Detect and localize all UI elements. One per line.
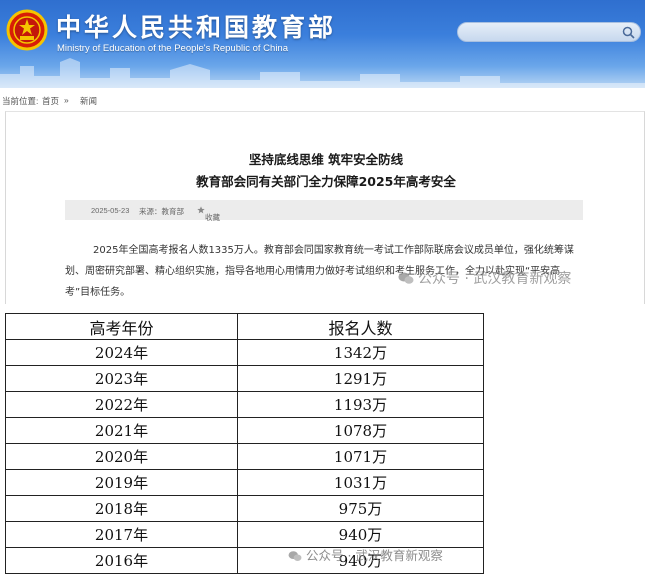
search-input[interactable] (457, 22, 641, 42)
count-cell: 1193万 (237, 391, 484, 418)
table-row: 2022年 1193万 (5, 391, 484, 418)
count-cell: 1031万 (237, 469, 484, 496)
breadcrumb-separator: » (64, 95, 69, 105)
breadcrumb-label: 当前位置: (2, 96, 39, 106)
star-icon (197, 206, 205, 214)
count-cell: 975万 (237, 495, 484, 522)
breadcrumb-item-news[interactable]: 新闻 (80, 95, 97, 107)
table-header-row: 高考年份 报名人数 (5, 313, 484, 340)
wechat-icon (288, 551, 302, 561)
article-body-line: 2025年全国高考报名人数1335万人。教育部会同国家教育统一考试工作部际联席会… (93, 245, 574, 256)
count-cell: 1342万 (237, 339, 484, 366)
registration-table: 高考年份 报名人数 2024年 1342万 2023年 1291万 2022年 119… (5, 313, 484, 574)
favorite-button[interactable]: 收藏 (197, 206, 220, 222)
breadcrumb-item-home[interactable]: 首页 (42, 95, 59, 107)
table-row: 2018年 975万 (5, 495, 484, 522)
site-header-banner: 中华人民共和国教育部 Ministry of Education of the … (0, 0, 645, 88)
table-row: 2017年 940万 (5, 521, 484, 548)
site-title-english: Ministry of Education of the People's Re… (57, 43, 288, 54)
national-emblem-icon (6, 9, 48, 51)
article-date: 2025-05-23 (91, 206, 130, 215)
table-row: 2024年 1342万 (5, 339, 484, 366)
article-headline-line2: 教育部会同有关部门全力保障2025年高考安全 (196, 174, 456, 189)
count-cell: 940万 (237, 521, 484, 548)
cityscape-decoration (0, 58, 645, 88)
article-meta-bar: 2025-05-23 来源：教育部 收藏 (65, 200, 583, 222)
favorite-label: 收藏 (205, 213, 220, 222)
year-cell: 2019年 (5, 469, 238, 496)
column-header-count: 报名人数 (237, 313, 484, 340)
year-cell: 2021年 (5, 417, 238, 444)
watermark-top-text: 公众号 · 武汉教育新观察 (418, 271, 572, 287)
count-cell: 1291万 (237, 365, 484, 392)
table-row: 2019年 1031万 (5, 469, 484, 496)
table-row: 2023年 1291万 (5, 365, 484, 392)
year-cell: 2016年 (5, 547, 238, 574)
year-cell: 2017年 (5, 521, 238, 548)
column-header-year: 高考年份 (5, 313, 238, 340)
count-cell: 1078万 (237, 417, 484, 444)
year-cell: 2020年 (5, 443, 238, 470)
breadcrumb: 当前位置: 首页 » 新闻 (0, 88, 645, 110)
count-cell: 1071万 (237, 443, 484, 470)
year-cell: 2018年 (5, 495, 238, 522)
search-icon[interactable] (622, 26, 635, 39)
year-cell: 2023年 (5, 365, 238, 392)
table-row: 2021年 1078万 (5, 417, 484, 444)
watermark-bottom-text: 公众号 · 武汉教育新观察 (306, 548, 443, 563)
wechat-icon (398, 272, 414, 284)
year-cell: 2024年 (5, 339, 238, 366)
article-headline-line1: 坚持底线思维 筑牢安全防线 (248, 152, 404, 167)
table-row: 2020年 1071万 (5, 443, 484, 470)
watermark-top: 公众号 · 武汉教育新观察 (398, 268, 571, 288)
site-title-chinese[interactable]: 中华人民共和国教育部 (56, 8, 336, 44)
article-source: 来源：教育部 (139, 207, 184, 216)
watermark-bottom: 公众号 · 武汉教育新观察 (288, 545, 443, 564)
year-cell: 2022年 (5, 391, 238, 418)
